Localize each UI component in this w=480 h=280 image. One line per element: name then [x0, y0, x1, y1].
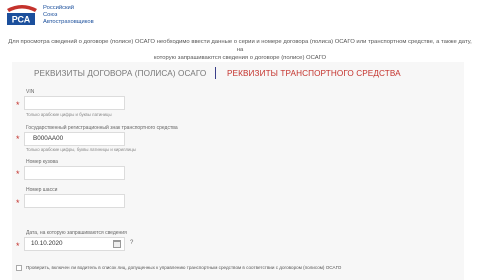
vin-label: VIN — [26, 89, 35, 95]
rsa-logo-mark: РСА — [7, 5, 37, 25]
body-number-label: Номер кузова — [26, 159, 58, 165]
logo-line-2: Союз — [43, 12, 58, 18]
date-help-icon[interactable]: ? — [130, 240, 133, 246]
required-star: * — [16, 134, 20, 144]
plate-input[interactable]: В000АА00 — [24, 132, 125, 146]
required-star: * — [16, 198, 20, 208]
chassis-number-input[interactable] — [24, 194, 125, 208]
driver-check-checkbox[interactable] — [16, 265, 22, 271]
rsa-logo: РСА Российский Союз Автостраховщиков — [5, 3, 105, 27]
vin-input[interactable] — [24, 96, 125, 110]
required-star: * — [16, 169, 20, 179]
plate-placeholder: В000АА00 — [33, 135, 64, 142]
vin-hint: Только арабские цифры и буквы латиницы — [26, 112, 112, 117]
intro-line-1: Для просмотра сведений о договоре (полис… — [8, 39, 472, 53]
plate-label: Государственный регистрационный знак тра… — [26, 125, 178, 131]
logo-text: Российский Союз Автостраховщиков — [43, 5, 94, 26]
calendar-icon[interactable] — [113, 240, 121, 248]
date-value: 10.10.2020 — [31, 240, 63, 247]
tab-divider — [215, 67, 216, 79]
body-number-input[interactable] — [24, 166, 125, 180]
chassis-number-label: Номер шасси — [26, 187, 58, 193]
logo-line-3: Автостраховщиков — [43, 19, 94, 25]
logo-line-1: Российский — [43, 5, 75, 11]
tab-policy-details[interactable]: РЕКВИЗИТЫ ДОГОВОРА (ПОЛИСА) ОСАГО — [34, 69, 206, 78]
required-star: * — [16, 241, 20, 251]
intro-text: Для просмотра сведений о договоре (полис… — [6, 38, 474, 62]
date-input[interactable]: 10.10.2020 — [24, 237, 125, 251]
tab-vehicle-details[interactable]: РЕКВИЗИТЫ ТРАНСПОРТНОГО СРЕДСТВА — [227, 69, 401, 78]
date-label: Дата, на которую запрашиваются сведения — [26, 230, 127, 236]
driver-check-label: Проверить, включен ли водитель в список … — [26, 265, 342, 270]
svg-text:РСА: РСА — [12, 15, 31, 25]
plate-hint: Только арабские цифры, буквы латиницы и … — [26, 147, 136, 152]
required-star: * — [16, 100, 20, 110]
intro-line-2: которую запрашиваются сведения о договор… — [153, 55, 327, 61]
